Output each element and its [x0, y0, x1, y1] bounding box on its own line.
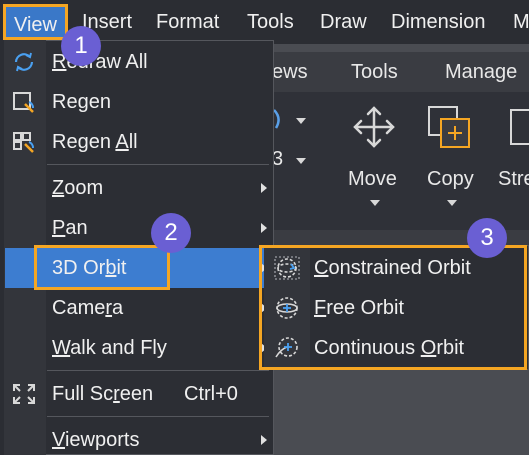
menu-item-camera[interactable]: Camera: [5, 288, 273, 328]
callout-box-3d-orbit: [34, 245, 170, 290]
callout-box-orbit-submenu: [259, 245, 527, 370]
menu-item-label: Viewports: [52, 429, 140, 451]
step-badge-2: 2: [151, 213, 191, 253]
menu-view[interactable]: View: [3, 4, 68, 40]
redraw-icon: [14, 52, 34, 72]
menu-dimension[interactable]: Dimension: [391, 0, 485, 44]
stretch-button-label: Stre: [498, 168, 529, 190]
menu-item-label: Regen: [52, 91, 111, 113]
shortcut-label: Ctrl+0: [184, 383, 238, 405]
menu-item-label: Camera: [52, 297, 124, 319]
menu-item-walk-and-fly[interactable]: Walk and Fly: [5, 328, 273, 368]
menu-draw[interactable]: Draw: [320, 0, 367, 44]
menu-separator: [47, 164, 269, 165]
menu-item-label: Zoom: [52, 177, 104, 199]
menu-item-pan[interactable]: Pan: [5, 208, 273, 248]
menu-item-regen-all[interactable]: Regen All: [5, 122, 273, 162]
ribbon-tab-views[interactable]: ews: [272, 52, 308, 92]
ribbon-tab-tools[interactable]: Tools: [351, 52, 398, 92]
copy-button-label: Copy: [427, 168, 474, 190]
menu-item-viewports[interactable]: Viewports: [5, 420, 273, 455]
regen-all-icon: [13, 132, 34, 153]
menu-separator: [47, 416, 269, 417]
menu-item-label: Full Screen: [52, 383, 154, 405]
menu-item-full-screen[interactable]: Full Screen Ctrl+0: [5, 374, 273, 414]
copy-button[interactable]: Copy: [422, 98, 482, 218]
menu-item-zoom[interactable]: Zoom: [5, 168, 273, 208]
stretch-icon: [510, 109, 529, 145]
curve-tool-icon[interactable]: [272, 108, 286, 130]
menu-item-label: Pan: [52, 217, 88, 239]
menu-item-label: Regen All: [52, 131, 138, 153]
ribbon-tab-manage[interactable]: Manage: [445, 52, 517, 92]
menu-more[interactable]: M: [513, 0, 529, 44]
copy-icon: [428, 106, 470, 148]
regen-icon: [13, 92, 34, 113]
menu-item-label: Walk and Fly: [52, 337, 167, 359]
move-arrows-icon: [353, 106, 395, 148]
menu-item-redraw-all[interactable]: Redraw All: [5, 42, 273, 82]
menu-tools[interactable]: Tools: [247, 0, 294, 44]
number-dropdown-caret[interactable]: [296, 158, 306, 164]
fullscreen-icon: [13, 384, 35, 404]
step-badge-1: 1: [61, 26, 101, 66]
menu-item-regen[interactable]: Regen: [5, 82, 273, 122]
step-badge-3: 3: [467, 218, 507, 258]
curve-dropdown-caret[interactable]: [296, 118, 306, 124]
submenu-arrow-icon: [261, 435, 267, 445]
submenu-arrow-icon: [261, 183, 267, 193]
move-button[interactable]: Move: [345, 98, 405, 218]
copy-dropdown-caret[interactable]: [447, 200, 457, 206]
move-button-label: Move: [348, 168, 397, 190]
stretch-button[interactable]: Stre: [495, 98, 529, 218]
menu-format[interactable]: Format: [156, 0, 219, 44]
submenu-arrow-icon: [261, 223, 267, 233]
move-dropdown-caret[interactable]: [370, 200, 380, 206]
drawing-area[interactable]: [274, 372, 529, 455]
menu-separator: [47, 370, 269, 371]
